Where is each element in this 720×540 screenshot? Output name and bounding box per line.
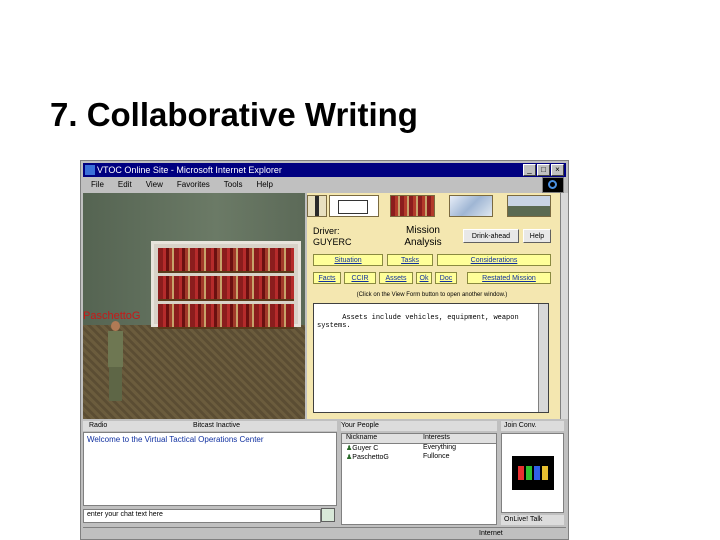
room-thumbnails <box>307 193 560 221</box>
onlive-logo <box>512 456 554 490</box>
nav-ccir[interactable]: CCIR <box>344 272 376 284</box>
ie-logo-icon <box>542 177 564 193</box>
menu-view[interactable]: View <box>146 178 163 191</box>
list-item[interactable]: Guyer C Everything <box>342 444 496 453</box>
avatar-label: PaschettoG <box>83 310 141 322</box>
close-button[interactable]: × <box>551 164 564 176</box>
window-titlebar: VTOC Online Site - Microsoft Internet Ex… <box>83 163 566 177</box>
chat-input-text: enter your chat text here <box>87 511 163 518</box>
chat-log: Welcome to the Virtual Tactical Operatio… <box>83 432 337 506</box>
virtual-room-scene[interactable]: PaschettoG <box>83 193 305 419</box>
bookshelf <box>151 241 301 329</box>
menu-edit[interactable]: Edit <box>118 178 132 191</box>
nav-facts[interactable]: Facts <box>313 272 341 284</box>
radio-header: Radio Bitcast Inactive <box>83 421 337 431</box>
mission-panel: Driver: GUYERC Mission Analysis Drink-ah… <box>307 193 560 419</box>
nav-restated-mission[interactable]: Restated Mission <box>467 272 551 284</box>
nav-assets[interactable]: Assets <box>379 272 413 284</box>
chat-input[interactable]: enter your chat text here <box>83 509 321 523</box>
thumbnail-vehicle[interactable] <box>507 195 551 217</box>
nav-tasks[interactable]: Tasks <box>387 254 433 266</box>
status-bar: Internet <box>83 527 566 539</box>
drink-ahead-button[interactable]: Drink-ahead <box>463 229 519 243</box>
editor-content: Assets include vehicles, equipment, weap… <box>317 314 523 330</box>
onlive-panel: Join Conv. OnLive! Talk <box>501 421 564 525</box>
menu-help[interactable]: Help <box>256 178 272 191</box>
avatar[interactable] <box>105 321 125 401</box>
help-button[interactable]: Help <box>523 229 551 243</box>
person-nickname: PaschettoG <box>342 453 419 462</box>
mission-heading: Mission Analysis <box>404 225 442 248</box>
page-scrollbar[interactable] <box>560 193 568 419</box>
onlive-display <box>501 433 564 513</box>
security-zone: Internet <box>479 530 503 537</box>
chat-message: Welcome to the Virtual Tactical Operatio… <box>87 435 264 444</box>
instruction-text: (Click on the View Form button to open a… <box>356 292 508 298</box>
menu-tools[interactable]: Tools <box>224 178 243 191</box>
nav-ok[interactable]: Ok <box>416 272 432 284</box>
column-nickname[interactable]: Nickname <box>342 434 419 443</box>
menu-bar: File Edit View Favorites Tools Help <box>83 178 566 191</box>
thumbnail-bookshelf[interactable] <box>390 195 435 217</box>
thumbnail-map[interactable] <box>449 195 493 217</box>
thumbnail-diagram[interactable] <box>329 195 379 217</box>
thumbnail-person[interactable] <box>307 195 327 217</box>
nav-considerations[interactable]: Considerations <box>437 254 551 266</box>
menu-favorites[interactable]: Favorites <box>177 178 210 191</box>
person-interest: Fullonce <box>423 453 450 460</box>
person-interest: Everything <box>423 444 457 451</box>
list-item[interactable]: PaschettoG Fullonce <box>342 453 496 462</box>
person-nickname: Guyer C <box>342 444 419 453</box>
nav-row-2: Facts CCIR Assets Ok Doc Restated Missio… <box>307 272 557 286</box>
driver-name: GUYERC <box>313 237 352 247</box>
radio-chat-panel: Radio Bitcast Inactive Welcome to the Vi… <box>83 421 337 525</box>
join-conversation-tab[interactable]: Join Conv. <box>501 421 564 431</box>
people-tab[interactable]: Your People <box>341 421 497 431</box>
column-interests[interactable]: Interests <box>419 434 496 443</box>
people-list: Nickname Interests Guyer C Everything Pa… <box>341 433 497 525</box>
menu-file[interactable]: File <box>91 178 104 191</box>
maximize-button[interactable]: □ <box>537 164 550 176</box>
minimize-button[interactable]: _ <box>523 164 536 176</box>
collaborative-text-editor[interactable]: Assets include vehicles, equipment, weap… <box>313 303 549 413</box>
browser-window: VTOC Online Site - Microsoft Internet Ex… <box>80 160 569 540</box>
onlive-talk-label: OnLive! Talk <box>501 515 564 525</box>
radio-tab[interactable]: Radio <box>89 421 107 431</box>
people-panel: Your People Nickname Interests Guyer C E… <box>341 421 497 525</box>
editor-scrollbar[interactable] <box>538 304 548 412</box>
bitcast-status: Bitcast Inactive <box>193 422 241 429</box>
nav-doc[interactable]: Doc <box>435 272 457 284</box>
driver-label: Driver: <box>313 226 340 236</box>
browser-icon <box>85 165 95 175</box>
send-icon[interactable] <box>321 508 335 522</box>
nav-situation[interactable]: Situation <box>313 254 383 266</box>
window-title: VTOC Online Site - Microsoft Internet Ex… <box>97 165 282 175</box>
nav-row-1: Situation Tasks Considerations <box>307 254 557 268</box>
bottom-pane: Radio Bitcast Inactive Welcome to the Vi… <box>83 419 566 527</box>
slide-title: 7. Collaborative Writing <box>50 96 418 133</box>
